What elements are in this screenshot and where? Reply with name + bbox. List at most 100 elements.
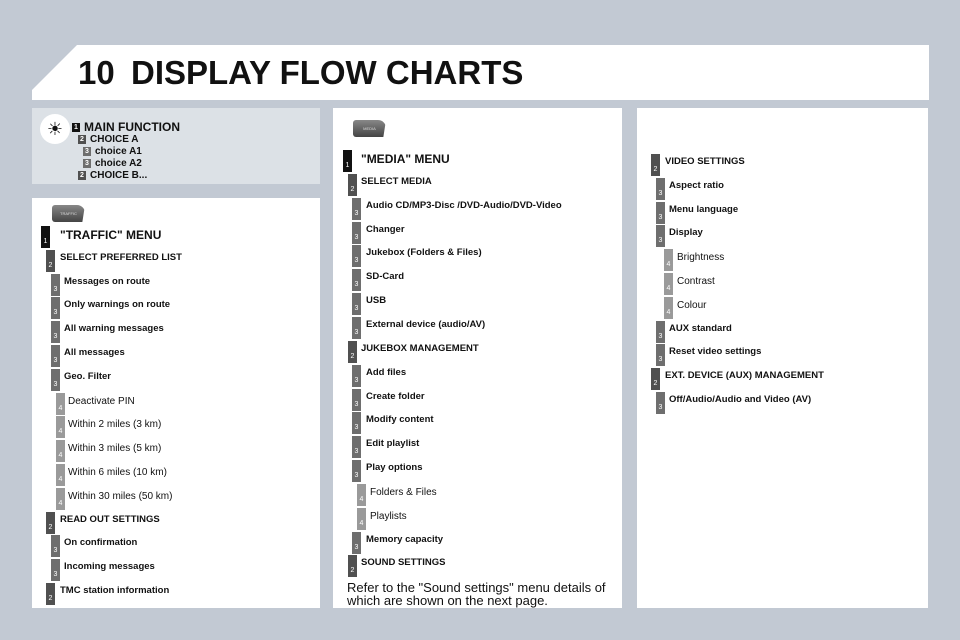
menu-item-label: AUX standard <box>669 322 732 334</box>
menu-item-label: All warning messages <box>64 323 164 335</box>
menu-item-label: TMC station information <box>60 585 170 596</box>
lightbulb-icon: ☀ <box>40 114 70 144</box>
page-title: DISPLAY FLOW CHARTS <box>131 54 524 91</box>
menu-item-label: Contrast <box>677 276 715 287</box>
menu-item-label: SELECT MEDIA <box>361 175 432 187</box>
level-badge: 1 <box>343 150 352 172</box>
level-badge: 3 <box>352 245 361 268</box>
level-badge: 3 <box>352 436 361 459</box>
legend-item: 1 MAIN FUNCTION <box>72 120 180 134</box>
level-badge: 2 <box>348 340 357 363</box>
legend-item: 2 CHOICE A <box>78 134 139 145</box>
legend-label: choice A2 <box>95 158 142 169</box>
level-badge: 2 <box>46 249 55 272</box>
menu-item-label: Off/Audio/Audio and Video (AV) <box>669 394 812 405</box>
menu-item-label: READ OUT SETTINGS <box>60 513 160 525</box>
level-badge: 3 <box>352 531 361 554</box>
menu-item-label: Only warnings on route <box>64 299 171 311</box>
menu-item-label: On confirmation <box>64 537 138 549</box>
level-badge: 3 <box>656 225 665 248</box>
level-badge: 4 <box>56 416 65 439</box>
level-badge: 3 <box>51 297 60 320</box>
menu-item-label: Memory capacity <box>366 533 444 545</box>
menu-item-label: SD-Card <box>366 271 405 283</box>
menu-item-label: Edit playlist <box>366 438 420 450</box>
level-badge: 3 <box>656 344 665 367</box>
level-badge: 3 <box>51 535 60 558</box>
menu-item-label: "MEDIA" MENU <box>361 152 450 166</box>
level-badge: 2 <box>46 583 55 605</box>
menu-item-label: Play options <box>366 462 423 474</box>
level-badge: 3 <box>352 269 361 292</box>
chapter-number: 10 <box>78 54 115 91</box>
level-badge: 2 <box>78 171 86 180</box>
legend-label: choice A1 <box>95 146 142 157</box>
level-badge: 3 <box>51 321 60 344</box>
menu-item-label: USB <box>366 295 387 307</box>
level-badge: 3 <box>352 364 361 387</box>
level-badge: 3 <box>656 201 665 224</box>
level-badge: 4 <box>56 487 65 510</box>
menu-item-label: Messages on route <box>64 275 151 287</box>
legend-item: 3 choice A2 <box>83 158 142 169</box>
menu-item-label: EXT. DEVICE (AUX) MANAGEMENT <box>665 370 824 382</box>
level-badge: 3 <box>51 368 60 391</box>
menu-item-label: Geo. Filter <box>64 370 111 382</box>
menu-item-label: JUKEBOX MANAGEMENT <box>361 342 479 354</box>
menu-item-label: Add files <box>366 366 407 378</box>
level-badge: 1 <box>72 122 80 132</box>
menu-item-label: SELECT PREFERRED LIST <box>60 251 182 263</box>
level-badge: 3 <box>352 460 361 483</box>
menu-item-label: Modify content <box>366 414 434 426</box>
level-badge: 3 <box>83 147 91 156</box>
menu-item-label: Folders & Files <box>370 486 437 498</box>
level-badge: 1 <box>41 226 50 248</box>
menu-item-label: Jukebox (Folders & Files) <box>366 247 482 259</box>
menu-item-label: Within 3 miles (5 km) <box>68 443 162 455</box>
level-badge: 3 <box>83 159 91 168</box>
level-badge: 2 <box>348 555 357 578</box>
menu-item-label: Display <box>669 227 703 239</box>
level-badge: 3 <box>656 392 665 414</box>
menu-item-label: Aspect ratio <box>669 179 724 191</box>
menu-item-label: External device (audio/AV) <box>366 318 486 330</box>
level-badge: 3 <box>352 293 361 316</box>
menu-item-label: Deactivate PIN <box>68 395 135 407</box>
legend-label: CHOICE A <box>90 134 139 145</box>
level-badge: 3 <box>51 345 60 367</box>
level-badge: 3 <box>51 273 60 296</box>
menu-item-label: VIDEO SETTINGS <box>665 156 745 167</box>
level-badge: 3 <box>352 221 361 244</box>
level-badge: 4 <box>56 392 65 415</box>
menu-item-label: Within 30 miles (50 km) <box>68 490 173 502</box>
level-badge: 3 <box>352 412 361 435</box>
level-badge: 2 <box>651 368 660 391</box>
level-badge: 4 <box>664 296 673 319</box>
level-badge: 2 <box>46 511 55 534</box>
level-badge: 4 <box>56 464 65 486</box>
sound-settings-note: Refer to the "Sound settings" menu detai… <box>347 580 606 608</box>
legend-label: MAIN FUNCTION <box>84 120 180 134</box>
menu-item-label: Menu language <box>669 203 739 215</box>
traffic-tab-icon: TRAFFIC <box>52 205 85 222</box>
menu-item-label: Changer <box>366 223 405 235</box>
legend-label: CHOICE B... <box>90 170 148 181</box>
menu-item-label: Reset video settings <box>669 346 762 358</box>
menu-item-label: Incoming messages <box>64 561 155 573</box>
level-badge: 4 <box>357 507 366 530</box>
media-tab-icon: MEDIA <box>353 120 386 137</box>
menu-item-label: Audio CD/MP3-Disc /DVD-Audio/DVD-Video <box>366 199 562 211</box>
legend-panel: ☀ 1 MAIN FUNCTION 2 CHOICE A 3 choice A1 3 choi… <box>32 108 320 184</box>
level-badge: 2 <box>348 173 357 196</box>
legend-item: 2 CHOICE B... <box>78 170 147 181</box>
level-badge: 2 <box>651 154 660 176</box>
legend-item: 3 choice A1 <box>83 146 142 157</box>
level-badge: 3 <box>352 316 361 339</box>
level-badge: 4 <box>664 273 673 295</box>
menu-item-label: Within 6 miles (10 km) <box>68 467 167 478</box>
level-badge: 4 <box>357 483 366 506</box>
menu-item-label: SOUND SETTINGS <box>361 557 446 569</box>
menu-item-label: Within 2 miles (3 km) <box>68 419 162 431</box>
level-badge: 4 <box>664 249 673 272</box>
menu-item-label: Brightness <box>677 252 725 264</box>
